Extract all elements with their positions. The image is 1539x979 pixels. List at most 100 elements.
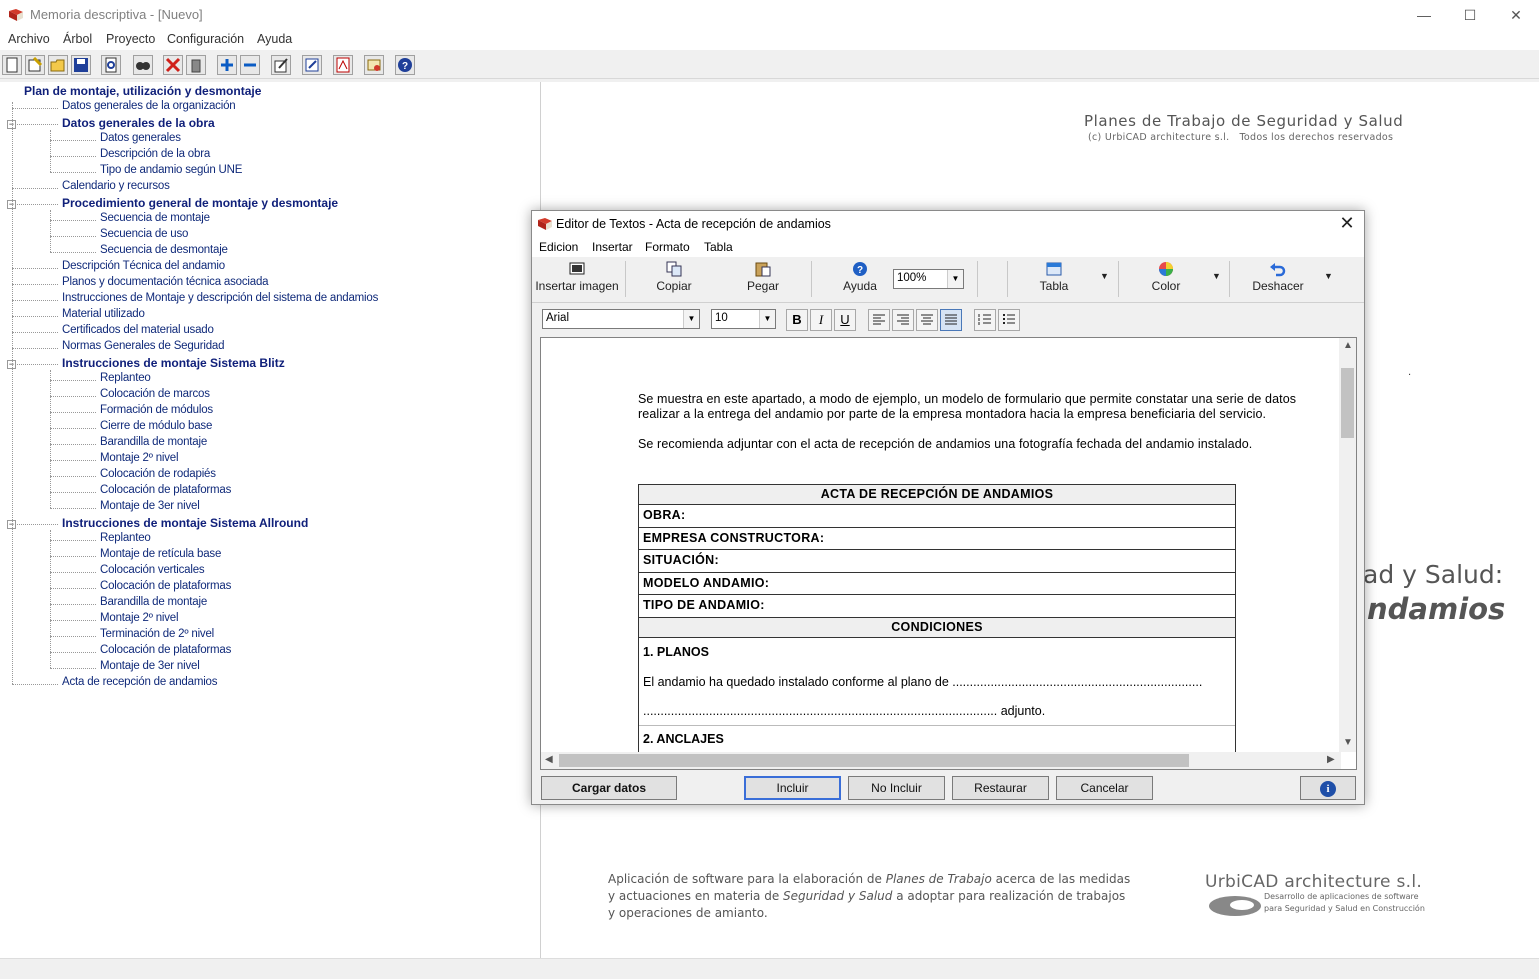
- tree-item[interactable]: Datos generales de la organización: [62, 100, 236, 116]
- menu-arbol[interactable]: Árbol: [63, 32, 92, 46]
- color-button[interactable]: Color: [1141, 261, 1191, 293]
- maximize-button[interactable]: ☐: [1447, 0, 1493, 30]
- tree-subitem[interactable]: Colocación verticales: [100, 564, 205, 580]
- dialog-close-button[interactable]: ✕: [1336, 213, 1358, 234]
- tree-subitem[interactable]: Barandilla de montaje: [100, 436, 207, 452]
- tree-subitem[interactable]: Barandilla de montaje: [100, 596, 207, 612]
- zoom-select[interactable]: 100% ▼: [893, 269, 964, 289]
- tree-subitem[interactable]: Secuencia de desmontaje: [100, 244, 228, 260]
- color-dropdown-icon[interactable]: ▼: [1212, 271, 1221, 281]
- numbered-list-button[interactable]: [974, 309, 996, 331]
- italic-button[interactable]: I: [810, 309, 832, 331]
- load-data-button[interactable]: Cargar datos: [541, 776, 677, 800]
- include-button[interactable]: Incluir: [744, 776, 841, 800]
- vertical-scroll-thumb[interactable]: [1341, 368, 1354, 438]
- tree-item[interactable]: Descripción Técnica del andamio: [62, 260, 225, 276]
- tree-subitem[interactable]: Montaje 2º nivel: [100, 612, 179, 628]
- font-size-select[interactable]: 10 ▼: [711, 309, 776, 329]
- tree-subitem[interactable]: Replanteo: [100, 532, 151, 548]
- underline-button[interactable]: U: [834, 309, 856, 331]
- text-editor-area[interactable]: Se muestra en este apartado, a modo de e…: [540, 337, 1357, 770]
- font-select[interactable]: Arial ▼: [542, 309, 700, 329]
- scroll-left-icon[interactable]: ◀: [545, 754, 553, 765]
- tree-item[interactable]: Procedimiento general de montaje y desmo…: [62, 196, 338, 212]
- new-document-icon[interactable]: [2, 55, 22, 75]
- notepad-icon[interactable]: [302, 55, 322, 75]
- tree-subitem[interactable]: Montaje de 3er nivel: [100, 660, 200, 676]
- tree-item[interactable]: Acta de recepción de andamios: [62, 676, 218, 692]
- bullet-list-button[interactable]: [998, 309, 1020, 331]
- help-icon[interactable]: ?: [395, 55, 415, 75]
- table-dropdown-icon[interactable]: ▼: [1100, 271, 1109, 281]
- tree-root[interactable]: Plan de montaje, utilización y desmontaj…: [24, 84, 261, 100]
- menu-proyecto[interactable]: Proyecto: [106, 32, 155, 46]
- tree-subitem[interactable]: Formación de módulos: [100, 404, 213, 420]
- copy-button[interactable]: Copiar: [649, 261, 699, 293]
- cancel-button[interactable]: Cancelar: [1056, 776, 1153, 800]
- help-button[interactable]: ? Ayuda: [835, 261, 885, 293]
- open-folder-icon[interactable]: [48, 55, 68, 75]
- preview-icon[interactable]: [101, 55, 121, 75]
- save-icon[interactable]: [71, 55, 91, 75]
- find-icon[interactable]: [133, 55, 153, 75]
- menu-archivo[interactable]: Archivo: [8, 32, 50, 46]
- tree-subitem[interactable]: Montaje 2º nivel: [100, 452, 179, 468]
- wizard-icon[interactable]: [25, 55, 45, 75]
- certificate-icon[interactable]: [364, 55, 384, 75]
- info-button[interactable]: i: [1300, 776, 1356, 800]
- tree-item[interactable]: Datos generales de la obra: [62, 116, 215, 132]
- tree-subitem[interactable]: Colocación de rodapiés: [100, 468, 216, 484]
- document-tree[interactable]: Plan de montaje, utilización y desmontaj…: [0, 82, 541, 958]
- tree-subitem[interactable]: Datos generales: [100, 132, 181, 148]
- tree-item[interactable]: Normas Generales de Seguridad: [62, 340, 225, 356]
- minimize-button[interactable]: —: [1401, 0, 1447, 30]
- tree-subitem[interactable]: Replanteo: [100, 372, 151, 388]
- tree-subitem[interactable]: Tipo de andamio según UNE: [100, 164, 242, 180]
- tree-subitem[interactable]: Colocación de plataformas: [100, 580, 231, 596]
- tree-subitem[interactable]: Cierre de módulo base: [100, 420, 212, 436]
- restore-button[interactable]: Restaurar: [952, 776, 1049, 800]
- menu-configuracion[interactable]: Configuración: [167, 32, 244, 46]
- align-justify-button[interactable]: [940, 309, 962, 331]
- horizontal-scroll-thumb[interactable]: [559, 754, 1189, 767]
- pdf-icon[interactable]: [333, 55, 353, 75]
- menu-formato[interactable]: Formato: [645, 240, 690, 254]
- undo-button[interactable]: Deshacer: [1249, 261, 1307, 293]
- tree-item[interactable]: Material utilizado: [62, 308, 145, 324]
- delete-icon[interactable]: [163, 55, 183, 75]
- collapse-icon[interactable]: [240, 55, 260, 75]
- insert-image-button[interactable]: Insertar imagen: [535, 261, 619, 293]
- tree-item[interactable]: Instrucciones de montaje Sistema Allroun…: [62, 516, 308, 532]
- tree-subitem[interactable]: Descripción de la obra: [100, 148, 210, 164]
- tree-subitem[interactable]: Montaje de retícula base: [100, 548, 221, 564]
- scroll-right-icon[interactable]: ▶: [1327, 754, 1335, 765]
- tree-subitem[interactable]: Colocación de plataformas: [100, 484, 231, 500]
- expand-icon[interactable]: [217, 55, 237, 75]
- paste-button[interactable]: Pegar: [738, 261, 788, 293]
- tree-subitem[interactable]: Terminación de 2º nivel: [100, 628, 214, 644]
- tree-item[interactable]: Planos y documentación técnica asociada: [62, 276, 269, 292]
- menu-tabla[interactable]: Tabla: [704, 240, 733, 254]
- tree-item[interactable]: Instrucciones de Montaje y descripción d…: [62, 292, 378, 308]
- undo-dropdown-icon[interactable]: ▼: [1324, 271, 1333, 281]
- menu-ayuda[interactable]: Ayuda: [257, 32, 292, 46]
- bold-button[interactable]: B: [786, 309, 808, 331]
- edit-icon[interactable]: [271, 55, 291, 75]
- scroll-down-icon[interactable]: ▼: [1343, 737, 1353, 748]
- tree-subitem[interactable]: Colocación de plataformas: [100, 644, 231, 660]
- tree-subitem[interactable]: Colocación de marcos: [100, 388, 210, 404]
- horizontal-scrollbar[interactable]: ◀ ▶: [541, 752, 1341, 769]
- exclude-button[interactable]: No Incluir: [848, 776, 945, 800]
- menu-edicion[interactable]: Edicion: [539, 240, 578, 254]
- trash-icon[interactable]: [186, 55, 206, 75]
- align-center-button[interactable]: [916, 309, 938, 331]
- tree-subitem[interactable]: Montaje de 3er nivel: [100, 500, 200, 516]
- tree-item[interactable]: Instrucciones de montaje Sistema Blitz: [62, 356, 285, 372]
- tree-item[interactable]: Certificados del material usado: [62, 324, 214, 340]
- vertical-scrollbar[interactable]: ▲ ▼: [1339, 338, 1356, 752]
- tree-subitem[interactable]: Secuencia de uso: [100, 228, 188, 244]
- tree-item[interactable]: Calendario y recursos: [62, 180, 170, 196]
- tree-subitem[interactable]: Secuencia de montaje: [100, 212, 210, 228]
- menu-insertar[interactable]: Insertar: [592, 240, 633, 254]
- align-left-button[interactable]: [868, 309, 890, 331]
